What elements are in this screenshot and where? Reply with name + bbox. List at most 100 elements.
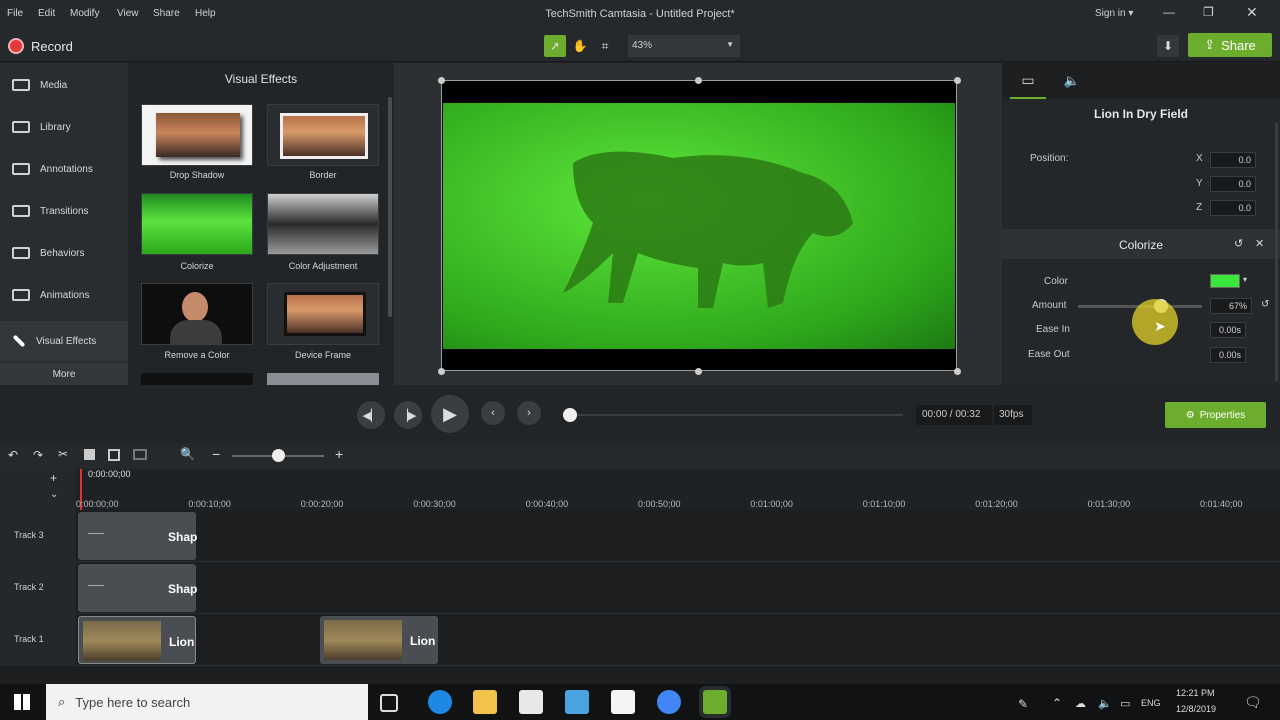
audio-properties-tab-icon[interactable]: 🔈 bbox=[1054, 63, 1090, 99]
effect-thumb-color-adjustment[interactable] bbox=[267, 193, 379, 255]
maximize-icon[interactable]: ❐ bbox=[1203, 5, 1214, 19]
color-swatch[interactable] bbox=[1210, 274, 1240, 288]
position-y-field[interactable]: 0.0 bbox=[1210, 176, 1256, 192]
resize-handle[interactable] bbox=[438, 77, 445, 84]
scrollbar[interactable] bbox=[1275, 123, 1278, 381]
language-indicator[interactable]: ENG bbox=[1141, 698, 1161, 708]
close-icon[interactable]: ✕ bbox=[1246, 4, 1258, 21]
reset-icon[interactable]: ↺ bbox=[1234, 237, 1243, 250]
animations-icon bbox=[12, 289, 30, 301]
sidebar-item-behaviors[interactable]: Behaviors bbox=[0, 233, 128, 273]
store-icon[interactable] bbox=[611, 690, 635, 714]
copy-icon[interactable] bbox=[84, 449, 95, 460]
amount-field[interactable]: 67% bbox=[1210, 298, 1252, 314]
scrub-knob[interactable] bbox=[563, 408, 577, 422]
zoom-icon[interactable]: 🔍 bbox=[180, 447, 195, 461]
position-z-field[interactable]: 0.0 bbox=[1210, 200, 1256, 216]
task-view-icon[interactable] bbox=[380, 694, 398, 712]
resize-handle[interactable] bbox=[695, 77, 702, 84]
edge-icon[interactable] bbox=[428, 690, 452, 714]
notifications-icon[interactable]: 🗨 bbox=[1244, 694, 1262, 711]
more-button[interactable]: More bbox=[0, 363, 128, 385]
step-back-icon[interactable]: ◀▏ bbox=[357, 401, 385, 429]
taskbar-search[interactable]: ⌕ Type here to search bbox=[46, 684, 368, 720]
effect-thumb-drop-shadow[interactable] bbox=[141, 104, 253, 166]
select-tool-icon[interactable]: ➚ bbox=[544, 35, 566, 57]
share-button[interactable]: ⇪ Share bbox=[1188, 33, 1272, 57]
timeline-toolbar: ↶ ↷ ✂ 🔍 − + bbox=[0, 443, 1280, 469]
reset-icon[interactable]: ↺ bbox=[1261, 299, 1269, 310]
sidebar-item-transitions[interactable]: Transitions bbox=[0, 191, 128, 231]
effect-thumb-border[interactable] bbox=[267, 104, 379, 166]
sidebar-item-library[interactable]: Library bbox=[0, 107, 128, 147]
timeline-scroll-area[interactable] bbox=[0, 666, 1280, 684]
sidebar-item-visual-effects[interactable]: Visual Effects bbox=[0, 321, 128, 361]
pan-tool-icon[interactable]: ✋ bbox=[569, 35, 591, 57]
scrollbar[interactable] bbox=[388, 97, 392, 317]
zoom-in-icon[interactable]: + bbox=[335, 446, 343, 462]
sidebar-item-animations[interactable]: Animations bbox=[0, 275, 128, 315]
people-icon[interactable]: ✎ bbox=[1018, 697, 1028, 711]
clock-time[interactable]: 12:21 PM bbox=[1176, 688, 1215, 698]
timeline-clip[interactable]: Shap bbox=[78, 564, 197, 612]
sidebar-item-media[interactable]: Media bbox=[0, 65, 128, 105]
chevron-down-icon[interactable]: ▾ bbox=[1243, 275, 1247, 284]
remove-effect-icon[interactable]: ✕ bbox=[1255, 237, 1264, 250]
camtasia-icon[interactable] bbox=[703, 690, 727, 714]
properties-tabs: ▭ 🔈 bbox=[1002, 63, 1280, 99]
effect-label: Device Frame bbox=[294, 350, 351, 360]
resize-handle[interactable] bbox=[954, 368, 961, 375]
zoom-select[interactable]: 43% ▼ bbox=[628, 35, 740, 57]
zoom-out-icon[interactable]: − bbox=[212, 446, 220, 462]
sign-in-link[interactable]: Sign in ▾ bbox=[1095, 8, 1133, 19]
sidebar-item-label: Behaviors bbox=[40, 247, 85, 259]
ruler-tick-label: 0:01:30;00 bbox=[1087, 499, 1131, 509]
ease-in-field[interactable]: 0.00s bbox=[1210, 322, 1246, 338]
download-icon[interactable]: ⬇ bbox=[1157, 35, 1179, 57]
position-x-field[interactable]: 0.0 bbox=[1210, 152, 1256, 168]
redo-icon[interactable]: ↷ bbox=[33, 448, 43, 462]
effect-thumb-device-frame[interactable] bbox=[267, 283, 379, 345]
paste-icon[interactable] bbox=[108, 449, 120, 461]
sidebar-item-annotations[interactable]: Annotations bbox=[0, 149, 128, 189]
ease-out-field[interactable]: 0.00s bbox=[1210, 347, 1246, 363]
windows-start-icon[interactable] bbox=[14, 694, 30, 710]
app-icon[interactable] bbox=[565, 690, 589, 714]
clock-date[interactable]: 12/8/2019 bbox=[1176, 704, 1216, 714]
scrub-track[interactable] bbox=[565, 414, 903, 416]
add-track-icon[interactable]: + bbox=[50, 471, 57, 485]
timeline-clip[interactable]: Shap bbox=[78, 512, 197, 560]
network-icon[interactable]: ☁ bbox=[1075, 697, 1086, 710]
mail-icon[interactable] bbox=[519, 690, 543, 714]
effect-thumb-partial[interactable] bbox=[141, 373, 253, 385]
cut-icon[interactable]: ✂ bbox=[58, 447, 68, 461]
next-marker-icon[interactable]: › bbox=[517, 401, 541, 425]
chevron-up-icon[interactable]: ⌃ bbox=[1052, 696, 1062, 710]
record-button[interactable]: Record bbox=[8, 35, 73, 57]
properties-button[interactable]: ⚙ Properties bbox=[1165, 402, 1266, 428]
battery-icon[interactable]: ▭ bbox=[1120, 697, 1130, 710]
previous-marker-icon[interactable]: ‹ bbox=[481, 401, 505, 425]
timeline-zoom-knob[interactable] bbox=[272, 449, 285, 462]
minimize-icon[interactable]: — bbox=[1163, 5, 1175, 19]
step-forward-icon[interactable]: ▕▶ bbox=[394, 401, 422, 429]
chevron-down-icon[interactable]: ⌄ bbox=[50, 489, 58, 500]
resize-handle[interactable] bbox=[695, 368, 702, 375]
crop-tool-icon[interactable]: ⌗ bbox=[594, 35, 616, 57]
play-icon[interactable]: ▶ bbox=[431, 395, 469, 433]
visual-properties-tab-icon[interactable]: ▭ bbox=[1010, 63, 1046, 99]
sidebar-item-label: Library bbox=[40, 121, 71, 133]
file-explorer-icon[interactable] bbox=[473, 690, 497, 714]
effect-thumb-colorize[interactable] bbox=[141, 193, 253, 255]
timeline-clip[interactable]: Lion bbox=[320, 616, 438, 664]
video-canvas[interactable] bbox=[441, 80, 957, 371]
volume-icon[interactable]: 🔈 bbox=[1098, 697, 1112, 710]
resize-handle[interactable] bbox=[438, 368, 445, 375]
chrome-icon[interactable] bbox=[657, 690, 681, 714]
undo-icon[interactable]: ↶ bbox=[8, 448, 18, 462]
timeline-clip[interactable]: Lion bbox=[78, 616, 196, 664]
split-icon[interactable] bbox=[133, 449, 147, 460]
resize-handle[interactable] bbox=[954, 77, 961, 84]
effect-thumb-remove-a-color[interactable] bbox=[141, 283, 253, 345]
effect-thumb-partial[interactable] bbox=[267, 373, 379, 385]
